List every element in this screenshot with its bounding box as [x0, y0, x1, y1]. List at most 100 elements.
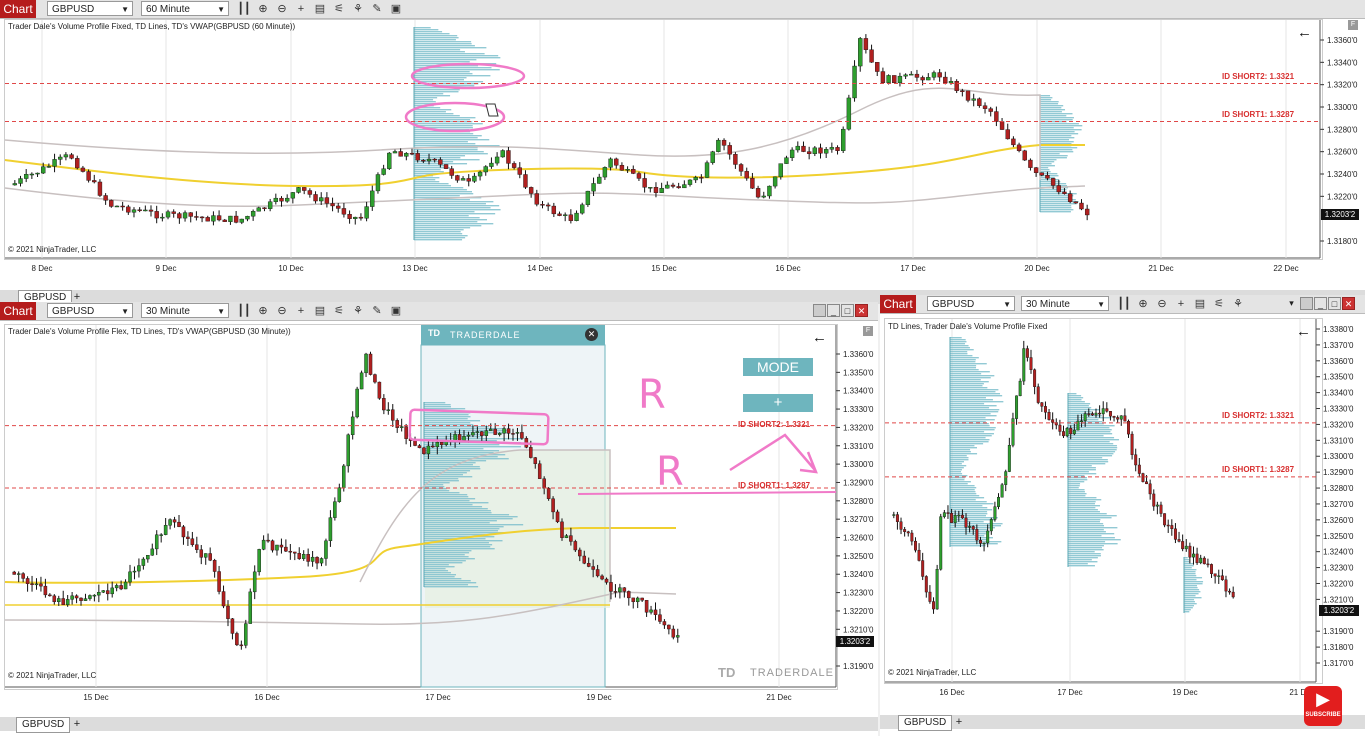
- bear-candle: [1105, 408, 1109, 412]
- bear-candle: [315, 556, 319, 564]
- back-arrow-icon[interactable]: ←: [1297, 24, 1312, 41]
- top-chart-svg[interactable]: 1.3360'0 1.3340'0 1.3320'0 1.3300'0 1.3280'0…: [0, 0, 1365, 303]
- volume-profile-bar: [414, 213, 496, 215]
- volume-profile-bar: [414, 201, 494, 203]
- bear-candle: [373, 374, 377, 383]
- bear-candle: [1016, 144, 1022, 152]
- volume-profile-bar: [1068, 455, 1113, 457]
- price-tick-label: 1.3220'0: [1327, 192, 1358, 201]
- volume-profile-bar: [1184, 599, 1195, 601]
- bull-candle: [649, 609, 653, 613]
- bear-candle: [1069, 428, 1073, 435]
- volume-profile-bar: [950, 485, 975, 487]
- bear-candle: [667, 624, 671, 630]
- bear-candle: [568, 214, 574, 221]
- bear-candle: [511, 433, 515, 435]
- bull-candle: [141, 558, 146, 566]
- volume-profile-bar: [1040, 159, 1057, 161]
- panel-settings-icon[interactable]: F: [863, 326, 873, 336]
- panel-settings-icon[interactable]: F: [1348, 20, 1358, 30]
- bull-candle: [319, 558, 324, 564]
- volume-profile-bar: [1068, 399, 1082, 401]
- level-label-short1: ID SHORT1: 1.3287: [1222, 465, 1295, 474]
- bull-candle: [143, 209, 148, 212]
- volume-profile-bar: [424, 450, 500, 452]
- bear-candle: [190, 538, 195, 545]
- volume-profile-bar: [950, 343, 966, 345]
- volume-profile-bar: [950, 483, 968, 485]
- back-arrow-icon[interactable]: ←: [1296, 323, 1311, 340]
- bear-candle: [279, 544, 284, 548]
- bear-candle: [551, 498, 555, 513]
- volume-profile-bar: [950, 489, 975, 491]
- volume-profile-bar: [424, 458, 509, 460]
- price-tick-label: 1.3290'0: [843, 478, 874, 487]
- volume-profile-bar: [424, 402, 446, 404]
- volume-profile-bar: [414, 47, 487, 49]
- subscribe-label: SUBSCRIBE: [1305, 712, 1341, 718]
- bull-candle: [1155, 504, 1159, 507]
- volume-profile-bar: [424, 462, 476, 464]
- bear-candle: [895, 514, 899, 522]
- bull-candle: [364, 353, 368, 374]
- volume-profile-bar: [414, 71, 470, 73]
- volume-profile-bar: [414, 49, 461, 51]
- volume-profile-bar: [1040, 209, 1074, 211]
- volume-profile-bar: [950, 467, 964, 469]
- volume-profile-bar: [950, 391, 996, 393]
- volume-profile-bar: [424, 570, 449, 572]
- volume-profile-bar: [424, 486, 445, 488]
- volume-profile-bar: [950, 411, 999, 413]
- volume-profile-bar: [950, 443, 984, 445]
- volume-profile-bar: [1068, 521, 1100, 523]
- bear-candle: [358, 216, 364, 219]
- bear-candle: [1033, 369, 1037, 387]
- price-tick-label: 1.3330'0: [843, 405, 874, 414]
- bear-candle: [1108, 411, 1112, 417]
- youtube-subscribe-button[interactable]: ▶ SUBSCRIBE: [1304, 686, 1342, 726]
- add-profile-button[interactable]: +: [743, 394, 813, 412]
- price-tick-label: 1.3360'0: [843, 350, 874, 359]
- add-tab-icon[interactable]: +: [952, 715, 966, 729]
- bull-candle: [97, 592, 101, 596]
- bull-candle: [897, 75, 903, 84]
- bull-candle: [597, 176, 602, 184]
- bull-candle: [953, 515, 957, 523]
- date-tick-label: 16 Dec: [254, 693, 279, 702]
- bear-candle: [1039, 172, 1044, 176]
- volume-profile-bar: [1068, 463, 1106, 465]
- volume-profile-bar: [1068, 547, 1103, 549]
- volume-profile-bar: [1068, 403, 1091, 405]
- back-arrow-icon[interactable]: ←: [812, 329, 827, 346]
- price-tick-label: 1.3310'0: [1323, 436, 1354, 445]
- tab-gbpusd[interactable]: GBPUSD: [16, 717, 71, 733]
- bull-candle: [12, 183, 18, 186]
- volume-profile-bar: [1040, 103, 1059, 105]
- price-tick-label: 1.3280'0: [1327, 125, 1358, 134]
- volume-profile-bar: [424, 448, 484, 450]
- bull-candle: [761, 195, 766, 198]
- add-tab-icon[interactable]: +: [70, 717, 84, 731]
- volume-profile-bar: [1040, 107, 1062, 109]
- volume-profile-bar: [1068, 489, 1085, 491]
- volume-profile-bar: [414, 95, 451, 97]
- volume-profile-bar: [1068, 445, 1117, 447]
- volume-profile-bar: [1068, 485, 1080, 487]
- bull-candle: [488, 428, 493, 431]
- volume-profile-bar: [950, 371, 990, 373]
- chart-caption: TD Lines, Trader Dale's Volume Profile F…: [888, 322, 1048, 331]
- bear-candle: [999, 121, 1005, 130]
- volume-profile-bar: [414, 139, 490, 141]
- bull-candle: [63, 154, 69, 158]
- panel-close-icon[interactable]: ✕: [585, 328, 598, 341]
- bull-candle: [52, 159, 57, 167]
- mode-button[interactable]: MODE: [743, 358, 813, 376]
- bull-candle: [353, 216, 358, 219]
- level-label-short2: ID SHORT2: 1.3321: [738, 420, 811, 429]
- tab-gbpusd[interactable]: GBPUSD: [898, 715, 953, 731]
- bear-candle: [1043, 406, 1047, 413]
- bull-candle: [23, 174, 29, 179]
- bull-candle: [35, 172, 40, 175]
- bear-candle: [921, 560, 925, 577]
- volume-profile-bar: [414, 211, 475, 213]
